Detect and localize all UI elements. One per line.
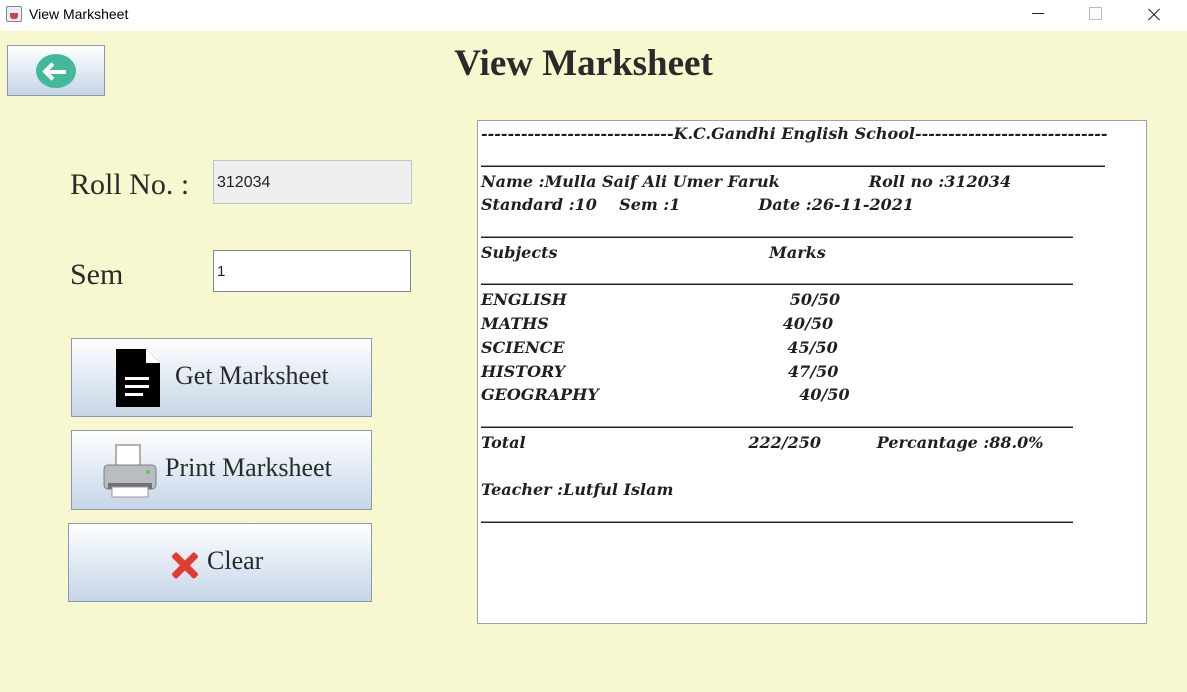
subjects-header-line: Subjects Marks <box>481 243 826 262</box>
page-title: View Marksheet <box>454 43 713 84</box>
java-app-icon <box>6 6 22 22</box>
maximize-button[interactable] <box>1072 0 1118 31</box>
roll-number-label: Roll No. : <box>70 168 190 201</box>
close-window-button[interactable] <box>1130 0 1176 31</box>
subject-row: SCIENCE 45/50 <box>481 338 838 357</box>
subject-row: HISTORY 47/50 <box>481 362 839 381</box>
roll-number-field[interactable]: 312034 <box>213 160 412 204</box>
separator-line: ________________________________________… <box>481 504 1073 523</box>
print-marksheet-button[interactable]: Print Marksheet <box>71 430 372 510</box>
separator-line: ________________________________________… <box>481 409 1073 428</box>
separator-line: ________________________________________… <box>481 266 1073 285</box>
sem-value: 1 <box>217 263 226 280</box>
subject-row: ENGLISH 50/50 <box>481 290 841 309</box>
printer-icon <box>102 443 158 499</box>
document-icon <box>116 349 160 407</box>
window-title: View Marksheet <box>29 6 129 22</box>
clear-label: Clear <box>207 546 264 575</box>
teacher-line: Teacher :Lutful Islam <box>481 480 674 499</box>
separator-line: ________________________________________… <box>481 219 1073 238</box>
window-titlebar: View Marksheet <box>0 0 1187 31</box>
clear-button[interactable]: Clear <box>68 523 372 602</box>
standard-sem-date-line: Standard :10 Sem :1 Date :26-11-2021 <box>481 195 915 214</box>
red-x-icon <box>170 550 200 580</box>
print-marksheet-label: Print Marksheet <box>165 453 332 482</box>
subject-row: MATHS 40/50 <box>481 314 834 333</box>
sem-input[interactable]: 1 <box>213 250 411 292</box>
separator-line: ________________________________________… <box>481 148 1105 167</box>
roll-number-value: 312034 <box>217 174 271 191</box>
student-name-line: Name :Mulla Saif Ali Umer Faruk Roll no … <box>481 172 1012 191</box>
total-line: Total 222/250 Percantage :88.0% <box>481 433 1044 452</box>
school-header-line: -----------------------------K.C.Gandhi … <box>481 124 1108 143</box>
minimize-button[interactable] <box>1014 0 1060 31</box>
get-marksheet-button[interactable]: Get Marksheet <box>71 338 372 417</box>
get-marksheet-label: Get Marksheet <box>175 361 329 390</box>
subject-row: GEOGRAPHY 40/50 <box>481 385 850 404</box>
sem-label: Sem <box>70 258 124 291</box>
marksheet-textarea[interactable]: -----------------------------K.C.Gandhi … <box>477 120 1147 624</box>
